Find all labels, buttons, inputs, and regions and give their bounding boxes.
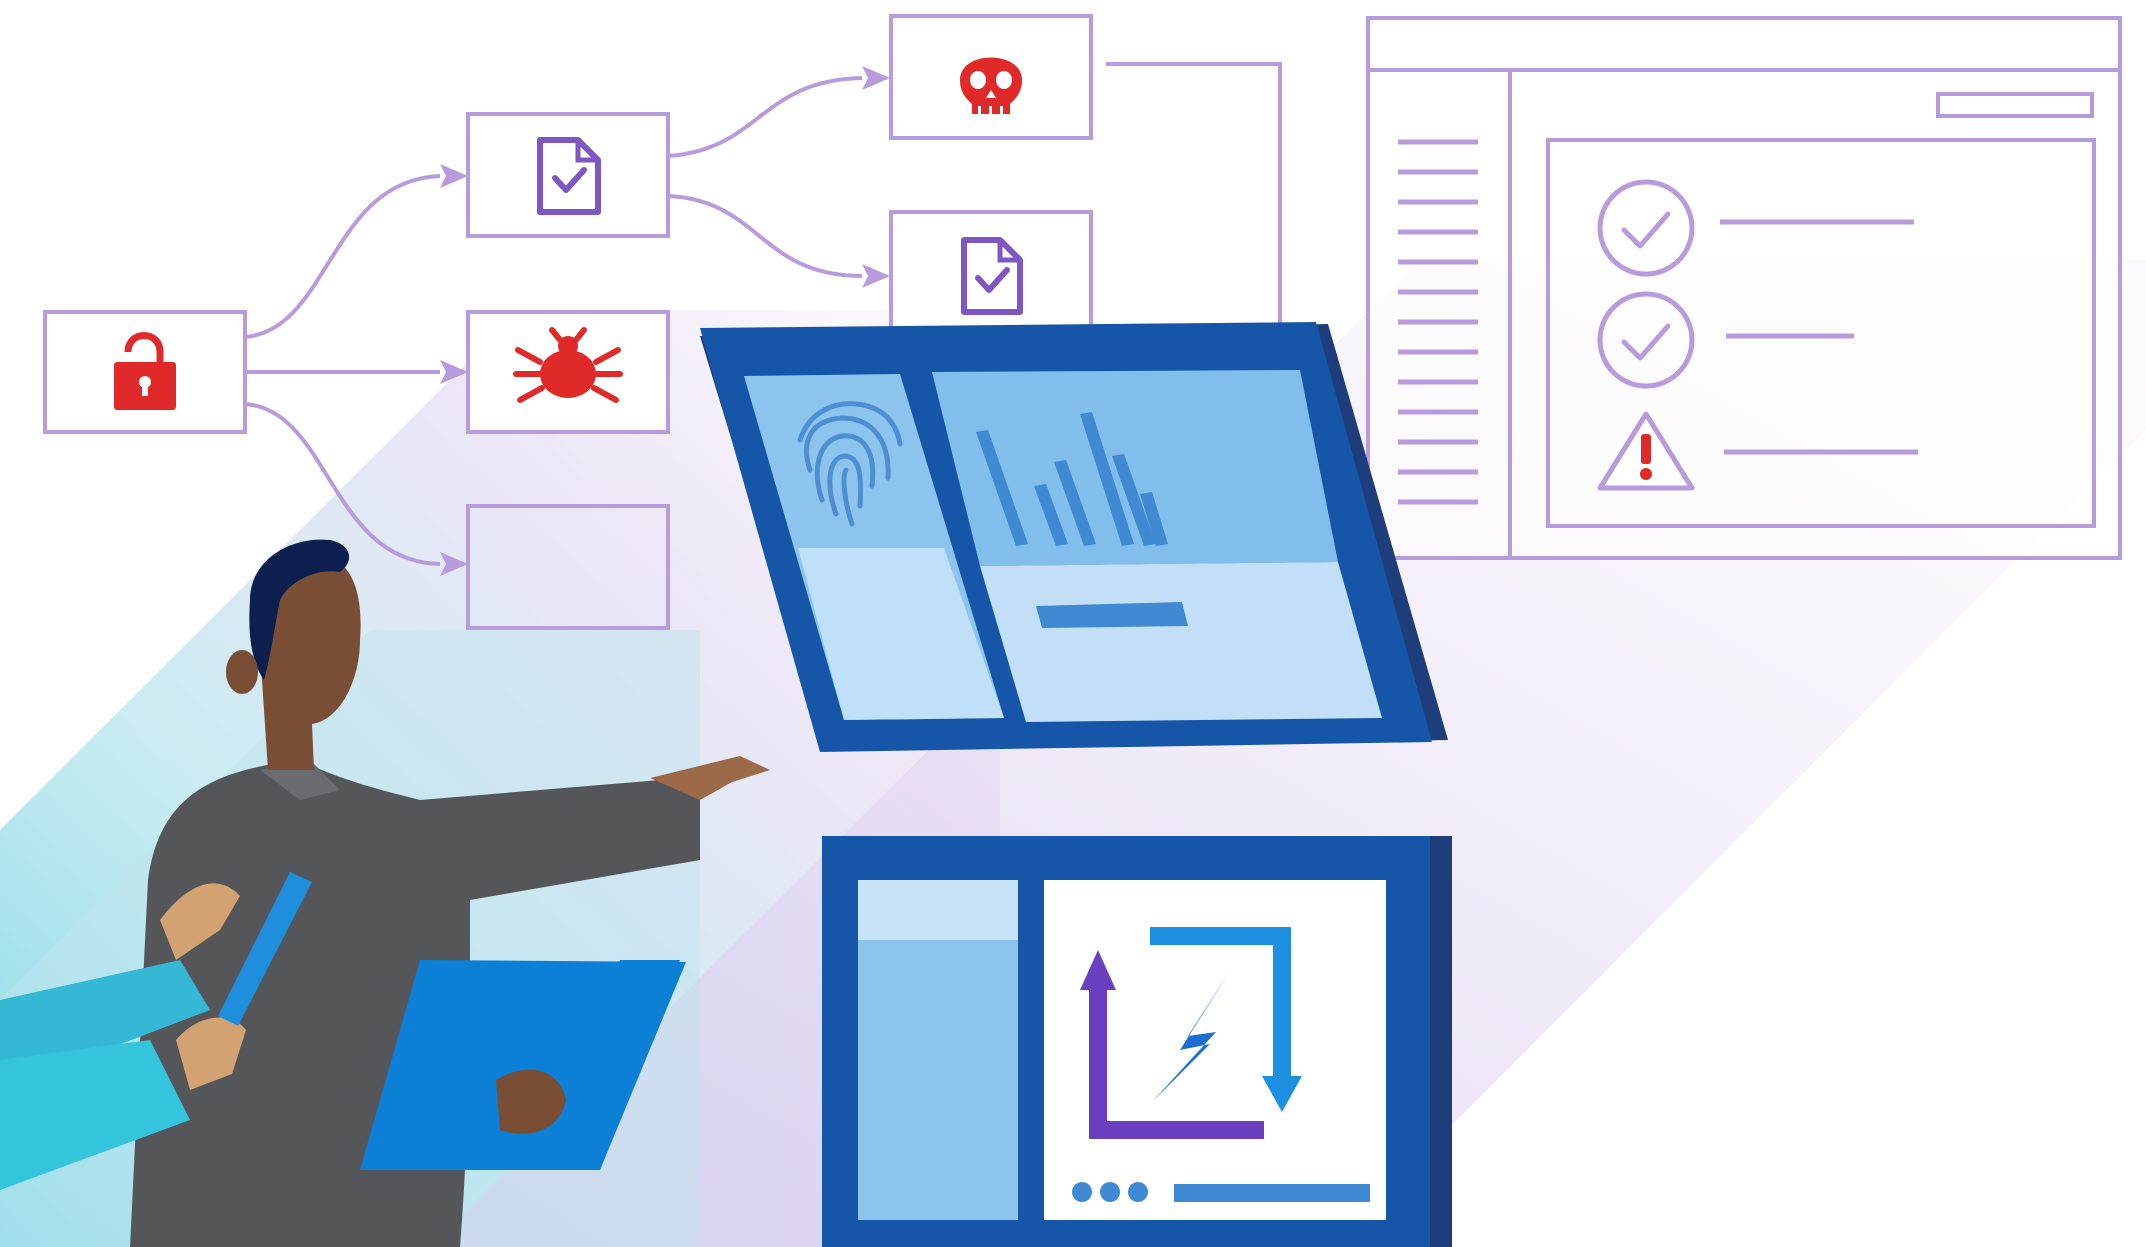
security-illustration	[0, 0, 2146, 1247]
page-dot	[1100, 1182, 1120, 1202]
illustration-canvas	[0, 14, 2146, 1247]
document-check-icon	[537, 137, 601, 215]
page-dot	[1128, 1182, 1148, 1202]
chart-caption-bar	[1036, 602, 1188, 628]
connector-skull-to-dashboard	[1106, 62, 1282, 330]
connector-doc-to-doc2	[667, 194, 863, 278]
analytics-screen	[700, 322, 1448, 752]
sync-screen	[822, 836, 1452, 1247]
connector-doc-to-skull	[667, 76, 863, 158]
connector-lock-to-doc	[244, 174, 441, 339]
sync-progress-bar	[1174, 1184, 1370, 1202]
document-check-icon	[961, 237, 1023, 315]
page-dot	[1072, 1182, 1092, 1202]
security-dashboard-window	[1366, 16, 2122, 560]
